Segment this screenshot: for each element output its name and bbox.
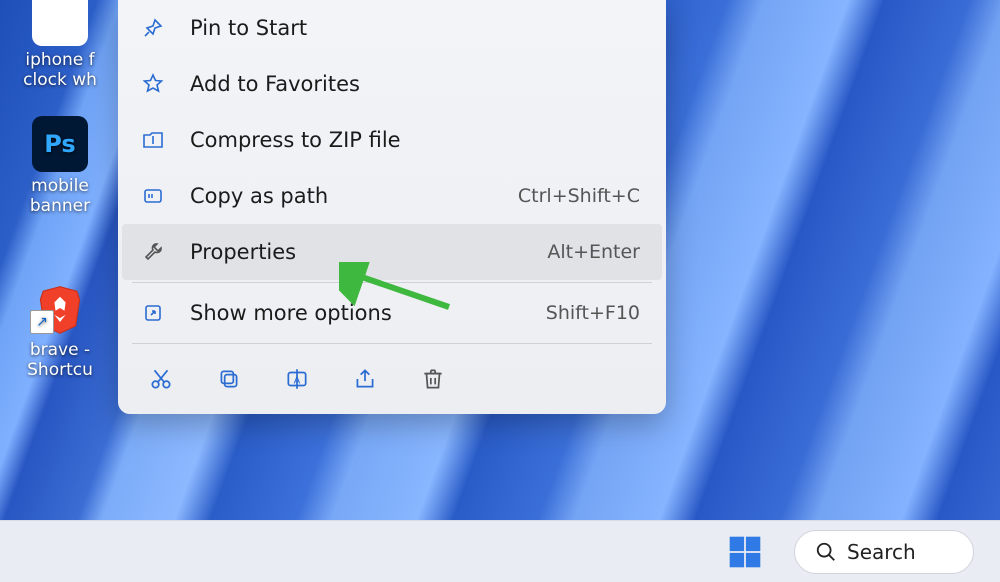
menu-item-label: Properties (190, 240, 523, 264)
brave-icon: ↗ (32, 280, 88, 336)
search-icon (815, 541, 837, 563)
menu-item-shortcut: Shift+F10 (546, 302, 640, 324)
menu-item-properties[interactable]: Properties Alt+Enter (122, 224, 662, 280)
desktop-icon-label: brave - Shortcu (10, 340, 110, 381)
delete-icon[interactable] (418, 364, 448, 394)
desktop-icon-photoshop[interactable]: Ps mobile banner (10, 116, 110, 217)
share-icon[interactable] (350, 364, 380, 394)
cut-icon[interactable] (146, 364, 176, 394)
menu-item-label: Show more options (190, 301, 522, 325)
start-button[interactable] (724, 531, 766, 573)
pin-icon (140, 15, 166, 41)
path-icon (140, 183, 166, 209)
menu-item-compress-zip[interactable]: Compress to ZIP file (118, 112, 666, 168)
desktop-icon-label: mobile banner (10, 176, 110, 217)
search-label: Search (847, 540, 916, 564)
expand-icon (140, 300, 166, 326)
menu-item-label: Copy as path (190, 184, 494, 208)
desktop: iphone f clock wh Ps mobile banner ↗ bra… (0, 0, 1000, 582)
context-menu: Pin to Start Add to Favorites Compress t… (118, 0, 666, 414)
menu-item-shortcut: Ctrl+Shift+C (518, 185, 640, 207)
shortcut-overlay-icon: ↗ (30, 310, 54, 334)
text-file-icon (32, 0, 88, 46)
menu-footer: A (118, 346, 666, 406)
star-icon (140, 71, 166, 97)
menu-item-show-more-options[interactable]: Show more options Shift+F10 (118, 285, 666, 341)
menu-separator (132, 343, 652, 344)
desktop-icon-label: iphone f clock wh (10, 50, 110, 91)
taskbar-search[interactable]: Search (794, 530, 974, 574)
wrench-icon (140, 239, 166, 265)
menu-item-shortcut: Alt+Enter (547, 241, 640, 263)
zip-icon (140, 127, 166, 153)
menu-separator (132, 282, 652, 283)
desktop-icon-brave[interactable]: ↗ brave - Shortcu (10, 280, 110, 381)
windows-logo-icon (727, 534, 763, 570)
menu-item-copy-as-path[interactable]: Copy as path Ctrl+Shift+C (118, 168, 666, 224)
menu-item-add-favorites[interactable]: Add to Favorites (118, 56, 666, 112)
copy-icon[interactable] (214, 364, 244, 394)
menu-item-label: Pin to Start (190, 16, 640, 40)
menu-item-label: Compress to ZIP file (190, 128, 640, 152)
taskbar: Search (0, 520, 1000, 582)
photoshop-icon: Ps (32, 116, 88, 172)
menu-item-pin-to-start[interactable]: Pin to Start (118, 0, 666, 56)
menu-item-label: Add to Favorites (190, 72, 640, 96)
desktop-icon-txt[interactable]: iphone f clock wh (10, 0, 110, 91)
rename-icon[interactable]: A (282, 364, 312, 394)
